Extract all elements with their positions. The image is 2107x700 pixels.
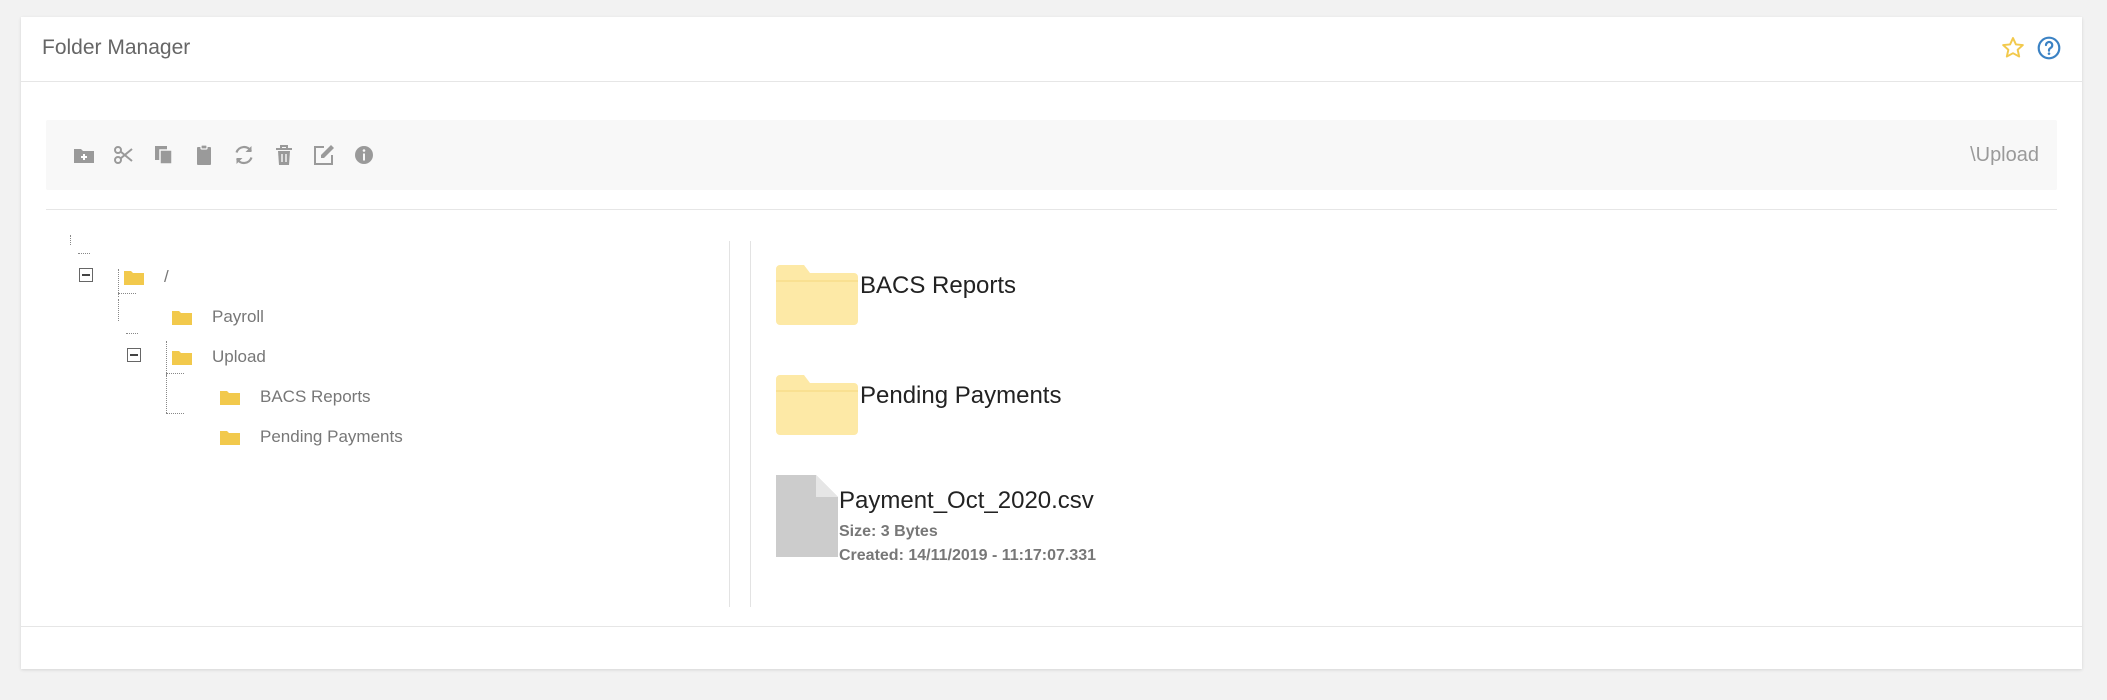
info-icon <box>355 146 373 164</box>
folder-plus-icon <box>74 149 94 163</box>
copy-button[interactable] <box>152 143 176 167</box>
folder-manager-panel: Folder Manager \Upload / Payroll Upload … <box>21 17 2082 669</box>
trash-icon <box>276 145 292 165</box>
tree-collapse-toggle-upload[interactable] <box>127 348 141 362</box>
refresh-icon <box>235 145 253 165</box>
folder-icon <box>124 271 144 285</box>
refresh-button[interactable] <box>232 143 256 167</box>
header-icons <box>2000 35 2062 61</box>
info-button[interactable] <box>352 143 376 167</box>
file-created: Created: 14/11/2019 - 11:17:07.331 <box>839 547 1097 564</box>
file-item-payment-oct-2020[interactable]: Payment_Oct_2020.csv Size: 3 Bytes Creat… <box>751 461 2031 571</box>
panel-footer-divider <box>21 626 2082 627</box>
tree-connector <box>166 341 167 375</box>
panel-header: Folder Manager <box>21 17 2082 82</box>
folder-item-name: Pending Payments <box>860 382 1062 409</box>
current-path: \Upload <box>1970 144 2039 166</box>
scissors-icon <box>114 146 133 164</box>
folder-item-name: BACS Reports <box>860 272 1017 299</box>
tree-node-payroll[interactable]: Payroll <box>172 305 264 329</box>
tree-connector <box>166 413 184 414</box>
file-item-name: Payment_Oct_2020.csv <box>839 487 1094 514</box>
edit-icon <box>314 145 334 165</box>
tree-connector <box>166 375 167 413</box>
star-outline-icon[interactable] <box>2000 35 2026 61</box>
toolbar-buttons <box>72 143 376 167</box>
folder-item-pending-payments[interactable]: Pending Payments <box>751 351 2031 461</box>
folder-item-bacs-reports[interactable]: BACS Reports <box>751 241 2031 351</box>
rename-button[interactable] <box>312 143 336 167</box>
tree-node-label: Pending Payments <box>260 427 403 446</box>
divider <box>46 209 2057 210</box>
folder-content-list: BACS Reports Pending Payments Payment_Oc… <box>751 241 2031 607</box>
panel-title: Folder Manager <box>42 36 191 59</box>
tree-node-label: Upload <box>212 347 266 366</box>
tree-node-bacs-reports[interactable]: BACS Reports <box>220 385 371 409</box>
paste-button[interactable] <box>192 143 216 167</box>
toolbar: \Upload <box>46 120 2057 190</box>
tree-connector <box>70 235 71 245</box>
tree-node-pending-payments[interactable]: Pending Payments <box>220 425 403 449</box>
tree-connector <box>78 253 90 254</box>
tree-node-label: Payroll <box>212 307 264 326</box>
tree-node-label: BACS Reports <box>260 387 371 406</box>
tree-node-upload[interactable]: Upload <box>172 345 266 369</box>
folder-icon <box>220 431 240 445</box>
file-icon <box>776 475 838 557</box>
cut-button[interactable] <box>112 143 136 167</box>
new-folder-button[interactable] <box>72 143 96 167</box>
tree-connector <box>118 299 119 321</box>
tree-collapse-toggle-root[interactable] <box>79 268 93 282</box>
copy-icon <box>155 146 173 165</box>
clipboard-icon <box>197 144 211 165</box>
help-circle-icon[interactable] <box>2036 35 2062 61</box>
tree-connector <box>118 293 136 294</box>
tree-connector <box>126 333 138 334</box>
folder-icon <box>220 391 240 405</box>
tree-node-label: / <box>164 267 169 286</box>
delete-button[interactable] <box>272 143 296 167</box>
pane-splitter[interactable] <box>729 241 730 607</box>
folder-icon <box>776 375 858 435</box>
file-size: Size: 3 Bytes <box>839 523 938 540</box>
tree-connector <box>166 373 184 374</box>
folder-icon <box>172 311 192 325</box>
folder-icon <box>172 351 192 365</box>
folder-tree: / Payroll Upload BACS Reports Pending Pa… <box>46 235 686 605</box>
folder-icon <box>776 265 858 325</box>
tree-node-root[interactable]: / <box>124 265 169 289</box>
